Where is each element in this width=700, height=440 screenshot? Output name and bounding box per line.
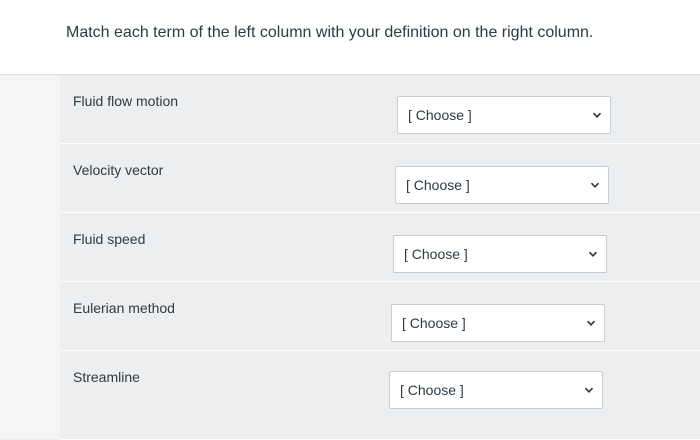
term-label: Velocity vector xyxy=(73,162,164,178)
term-label: Fluid flow motion xyxy=(73,93,179,109)
term-label: Streamline xyxy=(73,369,140,385)
select-value: [ Choose ] xyxy=(400,382,464,398)
matching-row: Eulerian method [ Choose ] xyxy=(60,282,700,351)
chevron-down-icon xyxy=(588,249,598,259)
quiz-question-page: Match each term of the left column with … xyxy=(0,0,700,440)
answer-select[interactable]: [ Choose ] xyxy=(391,304,605,342)
chevron-down-icon xyxy=(584,385,594,395)
chevron-down-icon xyxy=(586,318,596,328)
question-header: Match each term of the left column with … xyxy=(0,0,700,75)
select-value: [ Choose ] xyxy=(402,315,466,331)
answer-select[interactable]: [ Choose ] xyxy=(395,166,609,204)
answer-select[interactable]: [ Choose ] xyxy=(397,96,611,134)
select-value: [ Choose ] xyxy=(408,107,472,123)
select-value: [ Choose ] xyxy=(404,246,468,262)
matching-row: Fluid flow motion [ Choose ] xyxy=(60,75,700,144)
question-text: Match each term of the left column with … xyxy=(66,24,594,41)
matching-row: Fluid speed [ Choose ] xyxy=(60,213,700,282)
chevron-down-icon xyxy=(592,110,602,120)
matching-row: Streamline [ Choose ] xyxy=(60,351,700,440)
term-label: Eulerian method xyxy=(73,300,175,316)
answer-select[interactable]: [ Choose ] xyxy=(393,235,607,273)
chevron-down-icon xyxy=(590,180,600,190)
select-value: [ Choose ] xyxy=(406,177,470,193)
term-label: Fluid speed xyxy=(73,231,146,247)
matching-row: Velocity vector [ Choose ] xyxy=(60,144,700,213)
answer-select[interactable]: [ Choose ] xyxy=(389,371,603,409)
